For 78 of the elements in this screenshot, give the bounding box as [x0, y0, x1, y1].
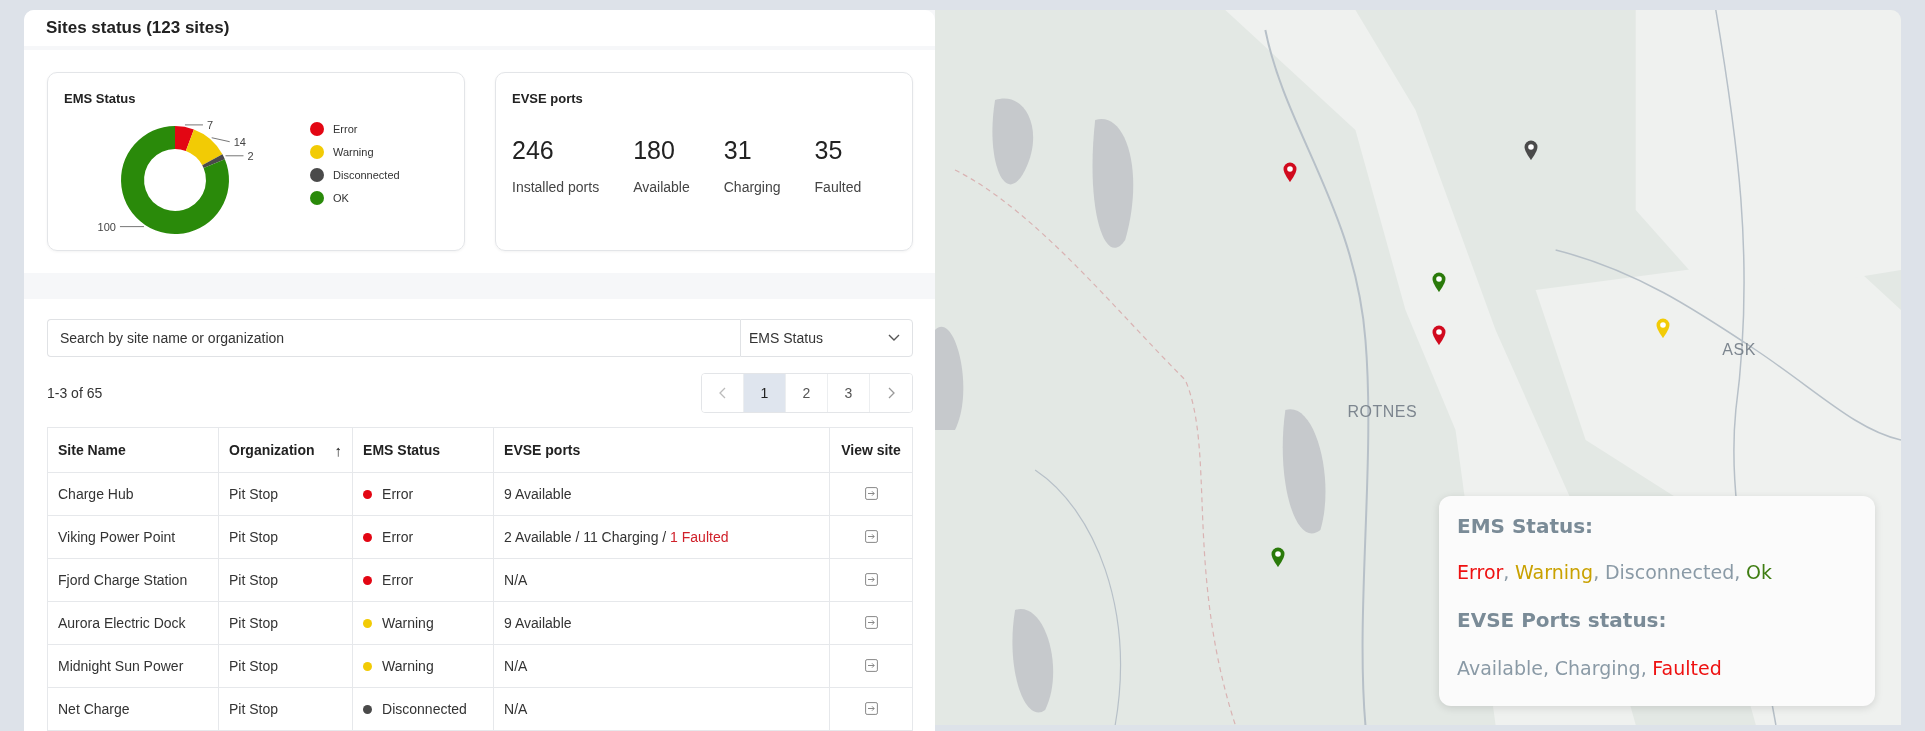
map-pin-icon[interactable]	[1281, 160, 1298, 183]
leader-line	[211, 137, 231, 143]
status-label: Error	[382, 572, 414, 589]
table-cell: Pit Stop	[218, 644, 353, 688]
stat-value: 180	[633, 136, 676, 165]
table-cell: Fjord Charge Station	[47, 558, 219, 602]
table-cell: Pit Stop	[218, 558, 353, 602]
stat-value: 35	[814, 136, 844, 165]
open-site-icon[interactable]	[862, 528, 880, 545]
column-label: Organization	[229, 442, 315, 458]
map-pin-icon[interactable]	[1431, 270, 1448, 293]
open-site-icon[interactable]	[862, 571, 880, 588]
status-label: Warning	[382, 658, 434, 675]
chevron-right-icon	[887, 387, 895, 399]
stat-value: 246	[512, 136, 555, 165]
legend-label: Warning	[333, 146, 374, 158]
open-site-icon[interactable]	[862, 614, 880, 631]
legend-label: Disconnected	[333, 169, 400, 181]
status-dropdown[interactable]: EMS Status	[740, 319, 913, 357]
map-place-label: ROTNES	[1347, 403, 1418, 422]
table-cell: Midnight Sun Power	[47, 644, 219, 688]
table-cell: Viking Power Point	[47, 515, 219, 559]
table-cell: Pit Stop	[218, 687, 353, 731]
map-pin-icon[interactable]	[1431, 324, 1448, 347]
ports-text: 2 Available / 11 Charging / 1 Faulted	[504, 529, 729, 545]
stat-label: Faulted	[814, 179, 862, 195]
leader-line	[184, 124, 204, 126]
card-title: EMS Status	[64, 91, 137, 106]
map-place-label: ASK	[1722, 341, 1756, 360]
status-label: Disconnected	[382, 701, 467, 718]
data-label: 7	[206, 118, 214, 131]
open-site-icon[interactable]	[862, 485, 880, 502]
legend-title: EMS Status:	[1457, 514, 1595, 538]
stat-label: Available	[633, 179, 690, 195]
status-label: Error	[382, 486, 414, 503]
search-field[interactable]: Search by site name or organization	[47, 319, 740, 357]
status-label: Warning	[382, 615, 434, 632]
table-cell: Pit Stop	[218, 515, 353, 559]
ports-text: 9 Available	[504, 615, 572, 631]
table-cell: Net Charge	[47, 687, 219, 731]
page-button[interactable]: 1	[744, 374, 786, 412]
legend-text: EVSE Ports status: Available, Charging, Faulted	[1457, 607, 1723, 681]
legend-label: OK	[333, 192, 349, 204]
stat-label: Charging	[723, 179, 781, 195]
ports-text: 9 Available	[504, 486, 572, 502]
card-title: EVSE ports	[512, 91, 584, 106]
map-area[interactable]: ROTNES ASK EMS Status: Error, Warning, Disconnected, Ok EVSE Ports status: Available, Charging, Faulted	[935, 10, 1901, 725]
data-label: 2	[247, 149, 254, 162]
ports-text: N/A	[504, 572, 528, 588]
table-cell: Aurora Electric Dock	[47, 601, 219, 645]
open-site-icon[interactable]	[862, 657, 880, 674]
ports-text: N/A	[504, 701, 528, 717]
ports-text: N/A	[504, 658, 528, 674]
map-pin-icon[interactable]	[1269, 545, 1286, 568]
column-header: View site	[829, 427, 913, 473]
column-header: Site Name	[47, 427, 219, 473]
table-cell: Pit Stop	[218, 472, 353, 516]
column-header: EVSE ports	[493, 427, 830, 473]
leader-line	[119, 226, 145, 228]
open-site-icon[interactable]	[862, 700, 880, 717]
chevron-left-icon	[718, 387, 727, 399]
stat-value: 31	[723, 136, 753, 165]
sort-arrow-icon: ↑	[334, 441, 343, 459]
legend-text: Error, Warning, Disconnected, Ok	[1457, 560, 1773, 585]
column-header[interactable]: Organization ↑	[218, 427, 353, 473]
legend-label: Error	[333, 123, 358, 135]
stat-label: Installed ports	[512, 179, 600, 195]
data-label: 100	[97, 220, 116, 233]
data-label: 14	[233, 135, 246, 148]
leader-line	[225, 155, 244, 157]
panel-title: Sites status (123 sites)	[46, 18, 230, 38]
map-pin-icon[interactable]	[1523, 139, 1539, 162]
column-header: EMS Status	[352, 427, 494, 473]
table-cell: Pit Stop	[218, 601, 353, 645]
chevron-down-icon	[888, 334, 900, 342]
status-label: Error	[382, 529, 414, 546]
table-cell: Charge Hub	[47, 472, 219, 516]
result-range: 1-3 of 65	[47, 385, 103, 401]
